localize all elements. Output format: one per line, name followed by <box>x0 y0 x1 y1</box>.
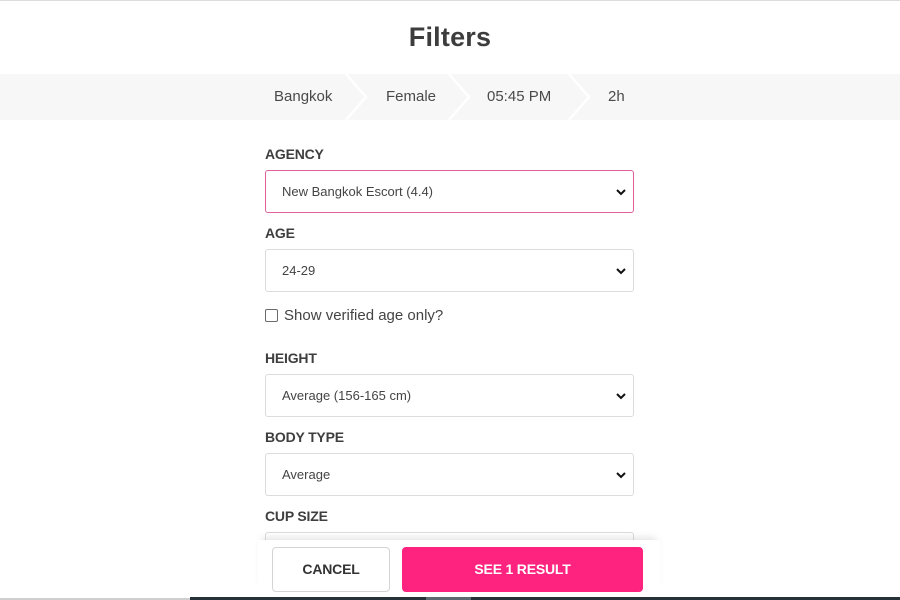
chevron-down-icon <box>616 472 626 479</box>
see-results-button[interactable]: SEE 1 RESULT <box>402 547 643 592</box>
breadcrumb-item-city[interactable]: Bangkok <box>274 74 332 120</box>
top-divider <box>0 0 900 1</box>
cancel-button[interactable]: CANCEL <box>272 547 390 592</box>
chevron-separator-icon <box>448 74 472 120</box>
cup-size-label: CUP SIZE <box>265 508 328 524</box>
breadcrumb-item-gender[interactable]: Female <box>386 74 436 120</box>
verified-age-label[interactable]: Show verified age only? <box>284 307 443 324</box>
height-select-value: Average (156-165 cm) <box>282 388 412 403</box>
agency-select[interactable]: New Bangkok Escort (4.4) <box>265 170 634 213</box>
agency-select-value: New Bangkok Escort (4.4) <box>282 184 434 199</box>
height-label: HEIGHT <box>265 350 317 366</box>
chevron-down-icon <box>616 268 626 275</box>
verified-age-checkbox[interactable] <box>265 308 278 322</box>
breadcrumb-item-time[interactable]: 05:45 PM <box>487 74 551 120</box>
body-type-select[interactable]: Average <box>265 453 634 496</box>
age-label: AGE <box>265 225 295 241</box>
chevron-separator-icon <box>345 74 369 120</box>
chevron-separator-icon <box>568 74 592 120</box>
body-type-select-value: Average <box>282 467 331 482</box>
filters-page: Filters Bangkok Female 05:45 PM 2h AGENC… <box>0 0 900 600</box>
page-title: Filters <box>408 22 492 52</box>
breadcrumb: Bangkok Female 05:45 PM 2h <box>0 74 900 120</box>
age-select[interactable]: 24-29 <box>265 249 634 292</box>
chevron-down-icon <box>616 189 626 196</box>
chevron-down-icon <box>616 393 626 400</box>
height-select[interactable]: Average (156-165 cm) <box>265 374 634 417</box>
body-type-label: BODY TYPE <box>265 429 344 445</box>
verified-age-row[interactable]: Show verified age only? <box>265 306 443 324</box>
age-select-value: 24-29 <box>282 263 316 278</box>
agency-label: AGENCY <box>265 146 324 162</box>
breadcrumb-item-duration[interactable]: 2h <box>608 74 625 120</box>
